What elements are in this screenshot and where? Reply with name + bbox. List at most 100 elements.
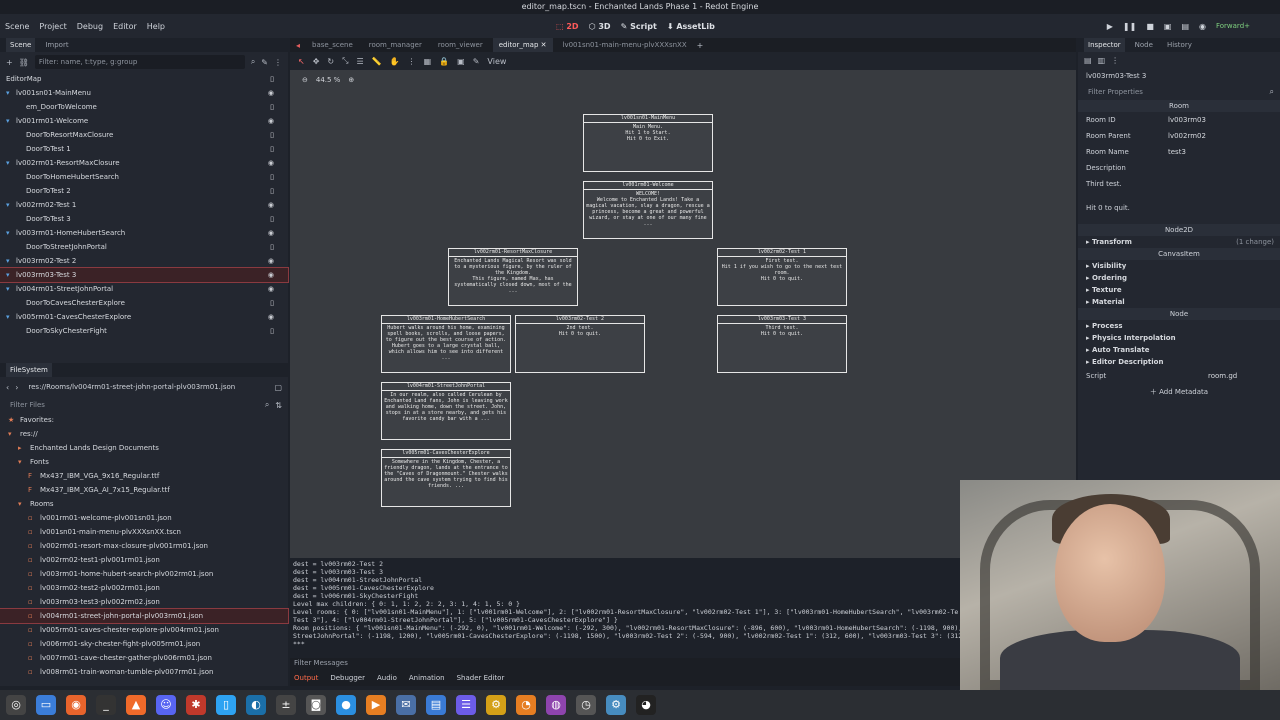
brave-icon[interactable]: ▲ <box>126 695 146 715</box>
visibility-icon[interactable]: ▯ <box>270 324 280 338</box>
discord-icon[interactable]: ☺ <box>156 695 176 715</box>
tab-output[interactable]: Output <box>294 674 318 682</box>
scene-tree-node[interactable]: DoorToSkyChesterFight ▯ <box>0 324 288 338</box>
movie-icon[interactable]: ◉ <box>1199 22 1206 31</box>
calculator-icon[interactable]: ± <box>276 695 296 715</box>
scene-tree-node[interactable]: DoorToTest 1 ▯ <box>0 142 288 156</box>
filesystem-item[interactable]: F Mx437_IBM_XGA_AI_7x15_Regular.ttf <box>0 483 288 497</box>
visibility-icon[interactable]: ◉ <box>268 268 280 282</box>
settings-app-icon[interactable]: ⚙ <box>486 695 506 715</box>
filesystem-path[interactable]: res://Rooms/lv004rm01-street-john-portal… <box>24 380 268 394</box>
visibility-icon[interactable]: ▯ <box>270 100 280 114</box>
visibility-icon[interactable]: ◉ <box>268 282 280 296</box>
play-custom-icon[interactable]: ▤ <box>1181 22 1189 31</box>
scene-tree-node[interactable]: lv001sn01-MainMenu ▾ ◉ <box>0 86 288 100</box>
obs-icon[interactable]: ◍ <box>546 695 566 715</box>
clock-icon[interactable]: ◷ <box>576 695 596 715</box>
filesystem-item[interactable]: ▫ lv003rm01-home-hubert-search-plv002rm01… <box>0 567 288 581</box>
redot-icon[interactable]: ⚙ <box>606 695 626 715</box>
inspector-group[interactable]: ▸ Texture <box>1078 284 1280 296</box>
filesystem-item[interactable]: ▾ res:// <box>0 427 288 441</box>
scene-tree-node[interactable]: lv003rm03-Test 3 ▾ ◉ <box>0 267 289 283</box>
tab-filesystem[interactable]: FileSystem <box>6 363 52 377</box>
filesystem-item[interactable]: ▸ Enchanted Lands Design Documents <box>0 441 288 455</box>
files-icon[interactable]: ▭ <box>36 695 56 715</box>
chevron-down-icon[interactable]: ▾ <box>6 310 10 324</box>
script-attach-icon[interactable]: ✎ <box>261 58 268 67</box>
rotate-icon[interactable]: ↻ <box>327 57 334 66</box>
terminal-icon[interactable]: _ <box>96 695 116 715</box>
inspector-filter-input[interactable]: Filter Properties <box>1084 85 1264 99</box>
workspace-2d[interactable]: ⬚ 2D <box>556 22 579 31</box>
tab-inspector[interactable]: Inspector <box>1084 38 1125 52</box>
script-value[interactable]: room.gd <box>1208 368 1237 384</box>
filter-messages-input[interactable]: Filter Messages <box>290 656 1076 670</box>
tab-room-manager[interactable]: room_manager <box>363 38 428 52</box>
filesystem-item[interactable]: ▫ lv005rm01-caves-chester-explore-plv004r… <box>0 623 288 637</box>
link-icon[interactable]: ⛓ <box>19 58 29 67</box>
pan-icon[interactable]: ✋ <box>390 57 400 66</box>
forward-icon[interactable]: › <box>15 383 18 392</box>
select-icon[interactable]: ↖ <box>298 57 305 66</box>
chevron-down-icon[interactable]: ▾ <box>6 268 10 282</box>
chrome-icon[interactable]: ● <box>336 695 356 715</box>
workspace-script[interactable]: ✎ Script <box>621 22 657 31</box>
inspector-group[interactable]: ▸ Ordering <box>1078 272 1280 284</box>
inspected-object[interactable]: lv003rm03-Test 3 <box>1078 68 1280 84</box>
filesystem-item[interactable]: ▫ lv001sn01-main-menu-plvXXXsnXX.tscn <box>0 525 288 539</box>
room-box[interactable]: lv003rm01-HomeHubertSearch Hubert walks a… <box>381 315 511 373</box>
play-scene-icon[interactable]: ▣ <box>1164 22 1172 31</box>
chevron-down-icon[interactable]: ▾ <box>6 282 10 296</box>
close-icon[interactable]: ✕ <box>541 41 547 49</box>
scene-filter-input[interactable]: Filter: name, t:type, g:group <box>34 55 245 69</box>
video-icon[interactable]: ▶ <box>366 695 386 715</box>
zoom-out-icon[interactable]: ⊖ <box>302 76 308 84</box>
tab-animation[interactable]: Animation <box>409 674 445 682</box>
tab-history[interactable]: History <box>1163 38 1196 52</box>
room-box[interactable]: lv002rm02-Test 1 First test. Hit 1 if you… <box>717 248 847 306</box>
zoom-level[interactable]: 44.5 % <box>316 76 340 84</box>
chevron-down-icon[interactable]: ▾ <box>6 198 10 212</box>
menu-debug[interactable]: Debug <box>72 22 108 31</box>
mail-icon[interactable]: ✉ <box>396 695 416 715</box>
add-node-icon[interactable]: + <box>6 58 13 67</box>
scene-tree-node[interactable]: lv005rm01-CavesChesterExplore ▾ ◉ <box>0 310 288 324</box>
visibility-icon[interactable]: ◉ <box>268 114 280 128</box>
tab-import[interactable]: Import <box>41 38 72 52</box>
menu-icon[interactable]: ⋮ <box>274 58 282 67</box>
filesystem-item[interactable]: ▫ lv002rm01-resort-max-closure-plv001rm01… <box>0 539 288 553</box>
tab-base-scene[interactable]: base_scene <box>306 38 359 52</box>
group-icon[interactable]: ▣ <box>457 57 465 66</box>
chevron-down-icon[interactable]: ▾ <box>6 226 10 240</box>
chevron-down-icon[interactable]: ▾ <box>6 156 10 170</box>
menu-project[interactable]: Project <box>34 22 71 31</box>
room-box[interactable]: lv004rm01-StreetJohnPortal In our realm, … <box>381 382 511 440</box>
inspector-group[interactable]: ▸ Auto Translate <box>1078 344 1280 356</box>
inspector-group[interactable]: ▸ Visibility <box>1078 260 1280 272</box>
search-icon[interactable]: ⌕ <box>265 400 269 410</box>
workspace-assetlib[interactable]: ⬇ AssetLib <box>667 22 715 31</box>
camera-icon[interactable]: ◙ <box>306 695 326 715</box>
inspector-group[interactable]: ▸ Physics Interpolation <box>1078 332 1280 344</box>
lock-icon[interactable]: 🔒 <box>439 57 449 66</box>
visibility-icon[interactable]: ◉ <box>268 310 280 324</box>
move-icon[interactable]: ✥ <box>313 57 320 66</box>
filesystem-item[interactable]: ▫ lv007rm01-cave-chester-gather-plv006rm0… <box>0 651 288 665</box>
inspector-group[interactable]: ▸ Editor Description <box>1078 356 1280 368</box>
chevron-down-icon[interactable]: ▾ <box>6 254 10 268</box>
visibility-icon[interactable]: ◉ <box>268 226 280 240</box>
scene-tree-node[interactable]: DoorToTest 2 ▯ <box>0 184 288 198</box>
menu-help[interactable]: Help <box>142 22 170 31</box>
scene-tree-node[interactable]: lv001rm01-Welcome ▾ ◉ <box>0 114 288 128</box>
bone-icon[interactable]: ✎ <box>473 57 480 66</box>
load-icon[interactable]: ▥ <box>1098 56 1106 65</box>
search-icon[interactable]: ⌕ <box>1270 87 1274 97</box>
property-value[interactable]: test3 <box>1168 144 1186 160</box>
group-transform[interactable]: ▸ Transform (1 change) <box>1078 236 1280 248</box>
room-box[interactable]: lv003rm03-Test 3 Third test. Hit 0 to qui… <box>717 315 847 373</box>
stop-icon[interactable]: ■ <box>1146 22 1154 31</box>
filesystem-item[interactable]: ▫ lv003rm02-test2-plv002rm01.json <box>0 581 288 595</box>
inspector-group[interactable]: ▸ Process <box>1078 320 1280 332</box>
room-box[interactable]: lv003rm02-Test 2 2nd test. Hit 0 to quit. <box>515 315 645 373</box>
scene-tree-node[interactable]: lv002rm01-ResortMaxClosure ▾ ◉ <box>0 156 288 170</box>
